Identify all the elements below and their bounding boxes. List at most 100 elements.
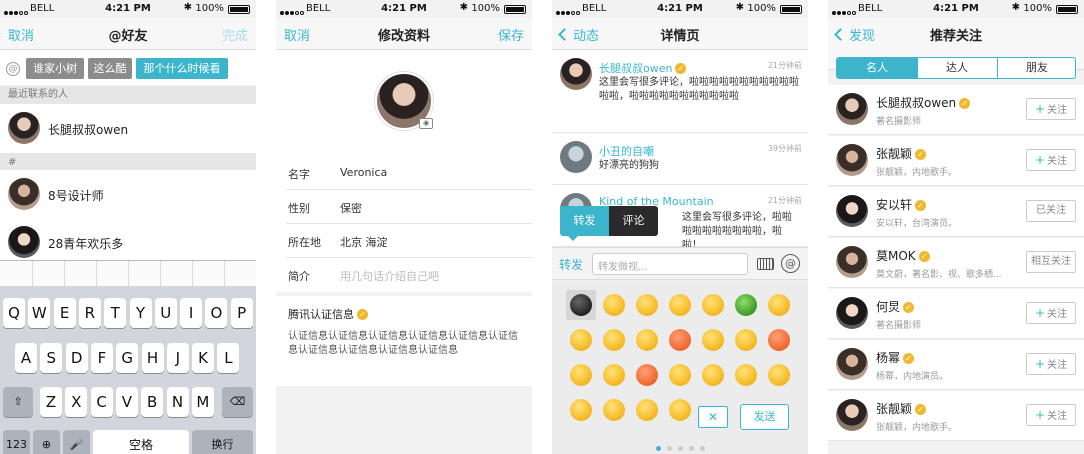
user-row[interactable]: 莫MOK ✓ 莫文蔚，著名影、视、歌多栖... 相互关注 (828, 238, 1084, 288)
emoji-icon[interactable] (603, 294, 625, 316)
follow-button[interactable]: + 关注 (1026, 353, 1076, 375)
return-key[interactable]: 换行 (192, 430, 253, 454)
emoji-icon[interactable] (768, 364, 790, 386)
key[interactable]: Q (3, 298, 25, 328)
comment-option[interactable]: 评论 (609, 206, 658, 236)
follow-button[interactable]: + 关注 (1026, 302, 1076, 324)
comment-author[interactable]: 小丑的自嘲 (599, 143, 654, 159)
emoji-icon[interactable] (702, 329, 724, 351)
emoji-icon[interactable] (702, 364, 724, 386)
user-row[interactable]: 杨幂 ✓ 杨幂，内地演员。 + 关注 (828, 340, 1084, 390)
key[interactable]: D (65, 343, 88, 373)
key[interactable]: T (104, 298, 127, 328)
emoji-icon[interactable] (702, 294, 724, 316)
key[interactable]: M (191, 387, 214, 417)
at-icon[interactable]: @ (781, 254, 800, 273)
emoji-icon[interactable] (636, 329, 658, 351)
follow-button[interactable]: + 关注 (1026, 404, 1076, 426)
emoji-icon[interactable] (570, 329, 592, 351)
tab-friends[interactable]: 朋友 (997, 58, 1075, 78)
comment-item[interactable]: 长腿叔叔owen ✓ 21分钟前 这里会写很多评论，啦啦啦啦啦啦啦啦啦啦啦啦啦，啦… (552, 50, 808, 133)
key[interactable]: N (166, 387, 189, 417)
user-row[interactable]: 何炅 ✓ 著名摄影师 + 关注 (828, 289, 1084, 339)
camera-icon[interactable]: ◉ (419, 118, 433, 129)
tag-chip[interactable]: 谁家小树 (26, 58, 84, 79)
globe-icon[interactable]: ⊕ (33, 430, 60, 454)
tab-experts[interactable]: 达人 (917, 58, 997, 78)
space-key[interactable]: 空格 (93, 430, 189, 454)
key[interactable]: Z (40, 387, 62, 417)
key[interactable]: G (116, 343, 139, 373)
backspace-icon[interactable]: ✕ (698, 406, 728, 428)
verified-icon: ✓ (357, 309, 368, 320)
emoji-icon[interactable] (735, 364, 757, 386)
backspace-icon[interactable]: ⌫ (222, 387, 253, 417)
key[interactable]: J (166, 343, 189, 373)
emoji-icon[interactable] (636, 364, 658, 386)
emoji-icon[interactable] (603, 399, 625, 421)
comment-item[interactable]: 小丑的自嘲 39分钟前 好漂亮的狗狗 (552, 133, 808, 185)
emoji-icon[interactable] (669, 294, 691, 316)
emoji-icon[interactable] (636, 294, 658, 316)
numbers-key[interactable]: 123 (3, 430, 30, 454)
tab-celebrities[interactable]: 名人 (837, 58, 917, 78)
field-name[interactable]: 名字 Veronica (276, 156, 532, 190)
key[interactable]: O (205, 298, 228, 328)
emoji-icon[interactable] (636, 399, 658, 421)
comment-author[interactable]: 长腿叔叔owen ✓ (599, 60, 687, 76)
key[interactable]: W (28, 298, 51, 328)
tag-chip-active[interactable]: 那个什么时候看 (136, 58, 228, 79)
emoji-icon[interactable] (570, 399, 592, 421)
contact-row[interactable]: 8号设计师 (0, 170, 256, 220)
follow-button[interactable]: + 关注 (1026, 149, 1076, 171)
user-row[interactable]: 安以轩 ✓ 安以轩，台湾演员。 已关注 (828, 187, 1084, 237)
mode-toggle[interactable]: 转发 (559, 256, 583, 273)
user-row[interactable]: 长腿叔叔owen ✓ 著名摄影师 + 关注 (828, 85, 1084, 135)
key[interactable]: U (154, 298, 177, 328)
tag-chip[interactable]: 这么酷 (88, 58, 132, 79)
forward-option[interactable]: 转发 (560, 206, 609, 236)
key[interactable]: P (230, 298, 253, 328)
key[interactable]: H (141, 343, 164, 373)
follow-button[interactable]: + 关注 (1026, 98, 1076, 120)
emoji-icon[interactable] (669, 364, 691, 386)
emoji-icon[interactable] (768, 329, 790, 351)
emoji-icon[interactable] (603, 364, 625, 386)
key[interactable]: F (90, 343, 113, 373)
emoji-icon[interactable] (603, 329, 625, 351)
emoji-icon[interactable] (570, 294, 592, 316)
field-bio[interactable]: 简介 用几句话介绍自己吧 (276, 258, 532, 292)
key[interactable]: V (115, 387, 138, 417)
emoji-icon[interactable] (768, 294, 790, 316)
key[interactable]: C (90, 387, 113, 417)
key[interactable]: K (192, 343, 215, 373)
field-location[interactable]: 所在地 北京 海淀 (276, 224, 532, 258)
key[interactable]: X (65, 387, 88, 417)
user-row[interactable]: 张靓颖 ✓ 张靓颖，内地歌手。 + 关注 (828, 136, 1084, 186)
key[interactable]: A (15, 343, 37, 373)
microphone-icon[interactable]: 🎤 (63, 430, 90, 454)
key[interactable]: B (141, 387, 164, 417)
key[interactable]: Y (129, 298, 152, 328)
emoji-icon[interactable] (669, 329, 691, 351)
follow-button[interactable]: 相互关注 (1026, 251, 1076, 273)
emoji-icon[interactable] (735, 294, 757, 316)
key[interactable]: I (180, 298, 203, 328)
user-row[interactable]: 张靓颖 ✓ 张靓颖，内地歌手。 + 关注 (828, 391, 1084, 441)
send-button[interactable]: 发送 (740, 404, 789, 430)
follow-button[interactable]: 已关注 (1026, 200, 1076, 222)
shift-icon[interactable]: ⇧ (3, 387, 33, 417)
key[interactable]: L (217, 343, 240, 373)
forward-input[interactable]: 转发微视... (592, 253, 748, 275)
done-button[interactable]: 完成 (222, 25, 248, 44)
key[interactable]: S (40, 343, 63, 373)
key[interactable]: R (78, 298, 101, 328)
emoji-icon[interactable] (735, 329, 757, 351)
keyboard-icon[interactable] (757, 258, 774, 270)
save-button[interactable]: 保存 (498, 25, 524, 44)
emoji-icon[interactable] (570, 364, 592, 386)
key[interactable]: E (53, 298, 76, 328)
contact-row[interactable]: 长腿叔叔owen (0, 104, 256, 154)
emoji-icon[interactable] (669, 399, 691, 421)
field-gender[interactable]: 性别 保密 (276, 190, 532, 224)
